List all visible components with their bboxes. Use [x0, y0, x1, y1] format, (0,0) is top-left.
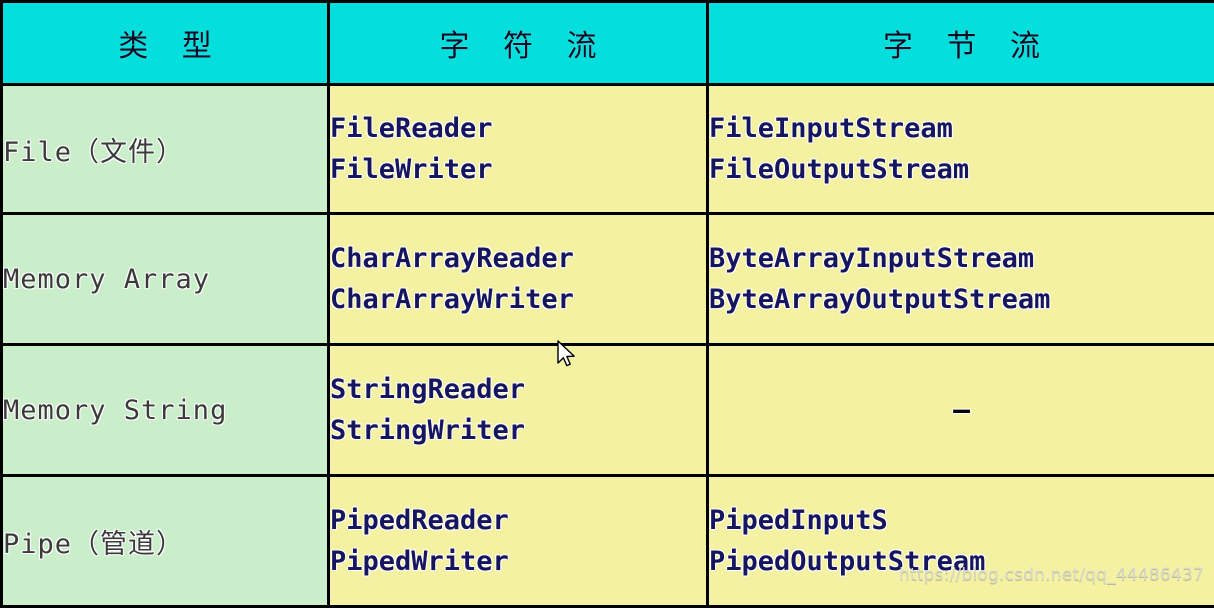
- stream-class-name: FileWriter: [330, 149, 706, 190]
- cell-byte-stream-memory-array: ByteArrayInputStream ByteArrayOutputStre…: [708, 214, 1214, 345]
- stream-class-name: ByteArrayInputStream: [709, 238, 1214, 279]
- table-row: Memory String StringReader StringWriter …: [2, 345, 1214, 476]
- no-value-dash: —: [709, 396, 1214, 424]
- cell-type-pipe: Pipe（管道）: [2, 476, 329, 607]
- stream-class-name: PipedReader: [330, 500, 706, 541]
- stream-class-name: CharArrayWriter: [330, 279, 706, 320]
- column-header-char-stream: 字 符 流: [329, 2, 708, 85]
- stream-class-name: StringWriter: [330, 410, 706, 451]
- cell-type-file: File（文件）: [2, 85, 329, 214]
- cell-char-stream-memory-string: StringReader StringWriter: [329, 345, 708, 476]
- table-row: File（文件） FileReader FileWriter FileInput…: [2, 85, 1214, 214]
- cell-char-stream-pipe: PipedReader PipedWriter: [329, 476, 708, 607]
- cell-byte-stream-memory-string: —: [708, 345, 1214, 476]
- stream-class-name: StringReader: [330, 369, 706, 410]
- stream-class-name: ByteArrayOutputStream: [709, 279, 1214, 320]
- cell-byte-stream-pipe: PipedInputS PipedOutputStream: [708, 476, 1214, 607]
- table-header-row: 类 型 字 符 流 字 节 流: [2, 2, 1214, 85]
- column-header-byte-stream: 字 节 流: [708, 2, 1214, 85]
- cell-type-memory-array: Memory Array: [2, 214, 329, 345]
- stream-class-name: FileInputStream: [709, 108, 1214, 149]
- cell-char-stream-file: FileReader FileWriter: [329, 85, 708, 214]
- table-row: Memory Array CharArrayReader CharArrayWr…: [2, 214, 1214, 345]
- java-io-stream-table: 类 型 字 符 流 字 节 流 File（文件） FileReader File…: [0, 0, 1214, 608]
- stream-class-name: PipedOutputStream: [709, 541, 1214, 582]
- table-row: Pipe（管道） PipedReader PipedWriter PipedIn…: [2, 476, 1214, 607]
- cell-byte-stream-file: FileInputStream FileOutputStream: [708, 85, 1214, 214]
- stream-class-name: PipedWriter: [330, 541, 706, 582]
- stream-class-name: FileOutputStream: [709, 149, 1214, 190]
- stream-class-name: PipedInputS: [709, 500, 1214, 541]
- column-header-type: 类 型: [2, 2, 329, 85]
- cell-char-stream-memory-array: CharArrayReader CharArrayWriter: [329, 214, 708, 345]
- stream-class-name: CharArrayReader: [330, 238, 706, 279]
- screenshot-root: 类 型 字 符 流 字 节 流 File（文件） FileReader File…: [0, 0, 1214, 593]
- stream-class-name: FileReader: [330, 108, 706, 149]
- cell-type-memory-string: Memory String: [2, 345, 329, 476]
